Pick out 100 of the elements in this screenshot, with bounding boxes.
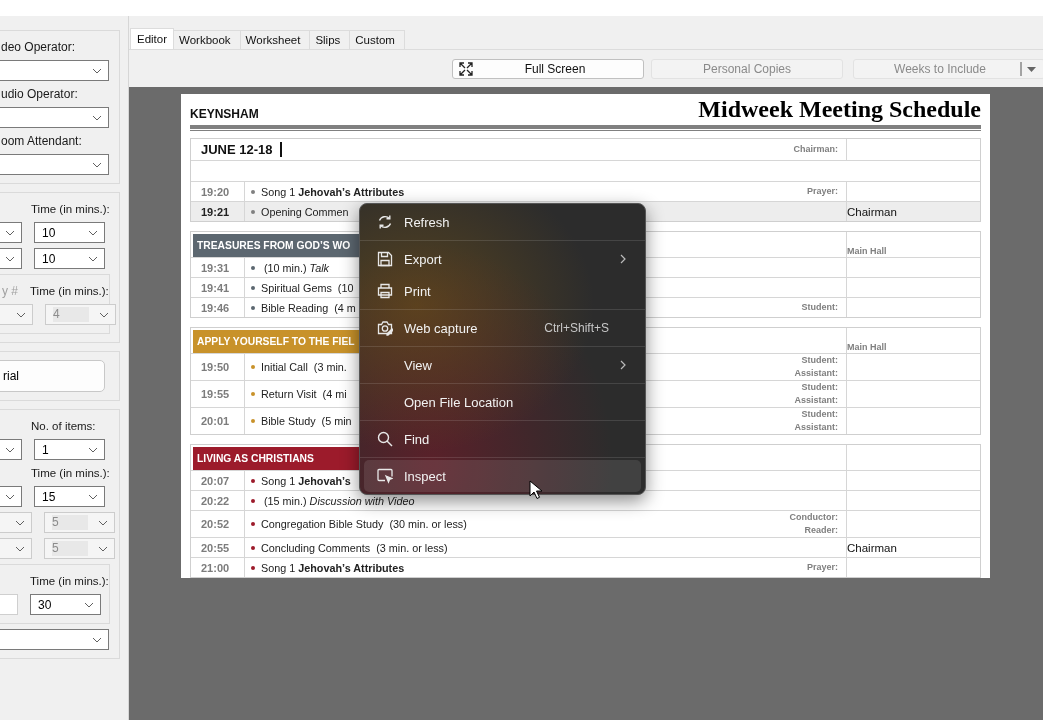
- refresh-icon: [377, 214, 393, 230]
- camera-pen-icon: [377, 320, 393, 336]
- item-text: Congregation Bible Study (30 min. or less): [261, 518, 467, 530]
- field-label: deo Operator:: [1, 39, 77, 55]
- item-text: Song 1 Jehovah’s: [261, 474, 351, 487]
- mouse-cursor-icon: [529, 480, 543, 500]
- time-label: 19:55: [201, 388, 230, 400]
- dropdown-field[interactable]: 15: [34, 486, 105, 507]
- item-text: Song 1 Jehovah’s Attributes: [261, 561, 405, 574]
- chevron-down-icon: [15, 545, 25, 552]
- assignee-name: Chairman: [847, 205, 897, 218]
- role-label: Conductor:: [789, 511, 838, 524]
- chevron-down-icon: [88, 493, 98, 500]
- chevron-down-icon: [84, 601, 94, 608]
- menu-item[interactable]: Print: [364, 275, 641, 307]
- schedule-title: Midweek Meeting Schedule: [698, 96, 981, 122]
- time-label: 19:46: [201, 301, 230, 314]
- item-text: Initial Call (3 min.: [261, 361, 347, 373]
- time-label: 21:00: [201, 561, 230, 574]
- item-text: Bible Reading (4 m: [261, 301, 356, 314]
- role-label: Reader:: [804, 524, 838, 537]
- hall-label: Main Hall: [847, 342, 887, 352]
- role-label: Prayer:: [806, 185, 838, 198]
- chevron-down-icon: [88, 446, 98, 453]
- item-text: (10 min.) Talk: [263, 261, 329, 274]
- role-label: Prayer:: [806, 561, 838, 574]
- item-text: Bible Study (5 min: [261, 415, 352, 427]
- printer-icon: [377, 283, 393, 299]
- tab[interactable]: Slips: [309, 30, 351, 49]
- field-label: Time (in mins.):: [30, 574, 109, 589]
- role-label: Assistant:: [794, 421, 838, 434]
- time-label: 19:50: [201, 361, 230, 373]
- congregation-name: KEYNSHAM: [190, 107, 259, 121]
- role-label: Assistant:: [794, 367, 838, 380]
- dropdown-field[interactable]: [0, 248, 22, 269]
- tab[interactable]: Editor: [130, 28, 175, 49]
- role-label: Student:: [801, 381, 838, 394]
- dropdown-field[interactable]: [0, 154, 109, 175]
- field-label: Time (in mins.):: [31, 202, 110, 217]
- chevron-down-icon: [99, 311, 109, 318]
- role-label: Student:: [801, 301, 838, 314]
- chevron-down-icon: [15, 519, 25, 526]
- dropdown-field[interactable]: 30: [30, 594, 101, 615]
- shortcut-label: Ctrl+Shift+S: [544, 321, 609, 335]
- field-label: y #: [1, 283, 18, 299]
- chevron-down-icon: [98, 519, 108, 526]
- role-label: Assistant:: [794, 394, 838, 407]
- time-label: 20:55: [201, 541, 230, 554]
- item-text: Spiritual Gems (10: [261, 281, 354, 294]
- input-field[interactable]: [0, 594, 18, 615]
- time-label: 19:21: [201, 205, 230, 218]
- chevron-down-icon: [5, 493, 15, 500]
- dropdown-field[interactable]: 10: [34, 248, 105, 269]
- text-cursor: [279, 142, 282, 157]
- search-icon: [377, 431, 393, 447]
- dropdown-field[interactable]: 1: [34, 439, 105, 460]
- time-label: 19:41: [201, 281, 230, 294]
- chevron-down-icon: [5, 255, 15, 262]
- tab[interactable]: Custom: [349, 30, 405, 49]
- chevron-down-icon: [92, 67, 102, 74]
- field-label: Time (in mins.):: [30, 284, 109, 299]
- dropdown-field[interactable]: [0, 107, 109, 128]
- time-label: 19:20: [201, 185, 230, 198]
- time-label: 19:31: [201, 261, 230, 274]
- dropdown-field[interactable]: [0, 222, 22, 243]
- dropdown-field[interactable]: 10: [34, 222, 105, 243]
- chevron-down-icon: [92, 114, 102, 121]
- dropdown-field[interactable]: [0, 439, 22, 460]
- assignee-name: Chairman: [847, 541, 897, 554]
- dropdown-field[interactable]: [0, 60, 109, 81]
- item-text: (15 min.) Discussion with Video: [263, 494, 415, 507]
- toolbar-button[interactable]: Full Screen: [452, 59, 644, 79]
- week-title: JUNE 12-18: [201, 142, 273, 157]
- panel-button[interactable]: rial: [0, 360, 105, 392]
- dropdown-field[interactable]: [0, 486, 22, 507]
- item-text: Song 1 Jehovah’s Attributes: [261, 185, 405, 198]
- expand-icon: [459, 62, 473, 76]
- chevron-down-icon: [88, 229, 98, 236]
- role-label: Chairman:: [793, 143, 838, 156]
- time-label: 20:22: [201, 494, 230, 507]
- chevron-down-icon: [92, 161, 102, 168]
- item-text: Concluding Comments (3 min. or less): [261, 541, 448, 554]
- chevron-down-icon: [88, 255, 98, 262]
- screen-pointer-icon: [377, 468, 393, 484]
- menu-item[interactable]: Open File Location: [364, 386, 641, 418]
- role-label: Student:: [801, 354, 838, 367]
- chevron-down-icon: [16, 311, 26, 318]
- item-text: Return Visit (4 mi: [261, 388, 347, 400]
- item-text: Opening Commen: [261, 205, 349, 218]
- time-label: 20:07: [201, 474, 230, 487]
- role-label: Student:: [801, 408, 838, 421]
- field-label: No. of items:: [31, 419, 96, 434]
- menu-item[interactable]: Inspect: [364, 460, 641, 492]
- chevron-down-icon: [92, 636, 102, 643]
- hall-label: Main Hall: [847, 246, 887, 256]
- time-label: 20:52: [201, 518, 230, 530]
- dropdown-field[interactable]: [0, 629, 109, 650]
- chevron-down-icon: [5, 446, 15, 453]
- floppy-disk-icon: [377, 251, 393, 267]
- time-label: 20:01: [201, 415, 230, 427]
